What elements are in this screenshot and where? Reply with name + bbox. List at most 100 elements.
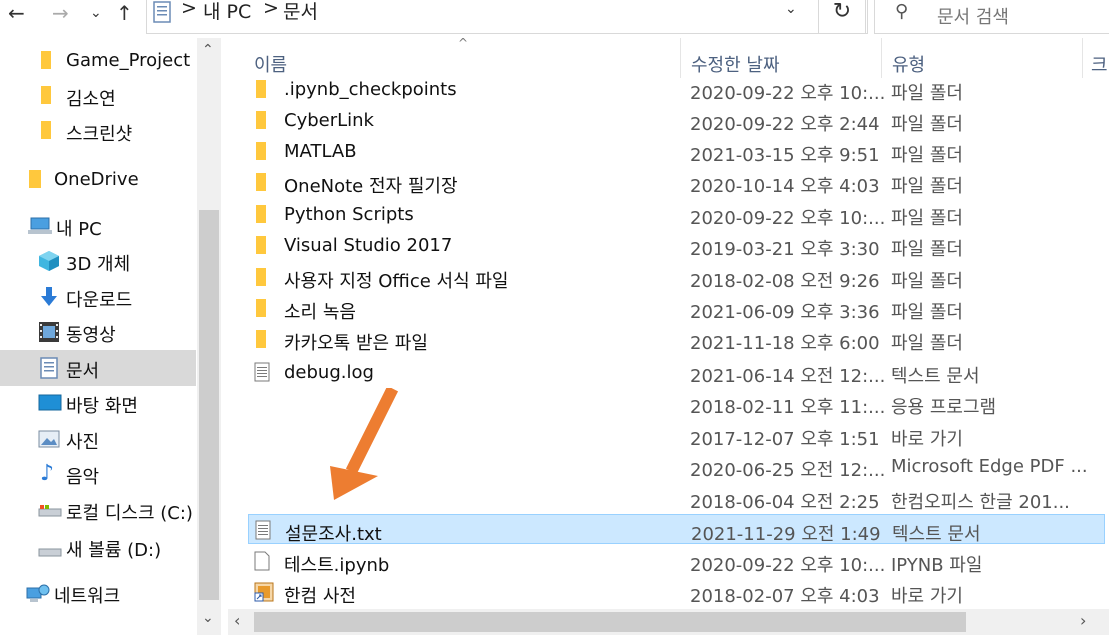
folder-icon — [254, 172, 268, 196]
file-list-pane: ^ 이름 수정한 날짜 유형 크 .ipynb_checkpoints 2020… — [228, 36, 1109, 635]
sidebar-item-my-pc[interactable]: 내 PC — [0, 208, 196, 244]
file-row[interactable]: .ipynb_checkpoints 2020-09-22 오후 10:... … — [248, 74, 1105, 104]
column-header-name[interactable]: 이름 — [228, 38, 680, 78]
file-row[interactable]: MATLAB 2021-03-15 오후 9:51 파일 폴더 — [248, 136, 1105, 166]
breadcrumb-my-pc[interactable]: 내 PC — [203, 0, 251, 24]
file-name: Visual Studio 2017 — [284, 235, 453, 256]
sidebar-item-local-disk-c[interactable]: 로컬 디스크 (C:) — [0, 492, 196, 528]
file-type: 응용 프로그램 — [891, 397, 997, 418]
folder-icon — [254, 267, 268, 291]
file-row-selected[interactable]: 설문조사.txt 2021-11-29 오전 1:49 텍스트 문서 — [248, 514, 1105, 545]
up-button[interactable]: ↑ — [116, 0, 133, 28]
sidebar-item-desktop[interactable]: 바탕 화면 — [0, 385, 196, 421]
sidebar-item-documents[interactable]: 문서 — [0, 350, 196, 386]
file-type: 파일 폴더 — [891, 239, 963, 260]
file-name: Python Scripts — [284, 204, 414, 225]
scroll-right-arrow-icon[interactable]: › — [1080, 611, 1086, 630]
file-row[interactable]: 한컴 사전 2018-02-07 오후 4:03 바로 가기 — [248, 577, 1105, 607]
file-row[interactable]: Python Scripts 2020-09-22 오후 10:... 파일 폴… — [248, 199, 1105, 229]
address-path[interactable]: > 내 PC > 문서 ⌄ — [146, 0, 868, 34]
picture-icon — [38, 430, 60, 452]
file-row[interactable]: 사용자 지정 Office 서식 파일 2018-02-08 오전 9:26 파… — [248, 262, 1105, 292]
file-date: 2020-10-14 오후 4:03 — [690, 176, 880, 197]
file-row[interactable]: OneNote 전자 필기장 2020-10-14 오후 4:03 파일 폴더 — [248, 167, 1105, 197]
sidebar-item-label: 문서 — [66, 361, 100, 382]
horizontal-scrollbar[interactable]: ‹ › — [228, 609, 1109, 635]
sidebar-item-videos[interactable]: 동영상 — [0, 314, 196, 350]
file-date: 2018-02-07 오후 4:03 — [690, 586, 880, 607]
scroll-up-arrow-icon[interactable]: ⌃ — [202, 42, 214, 58]
sidebar-item-3d-objects[interactable]: 3D 개체 — [0, 243, 196, 279]
scroll-down-arrow-icon[interactable]: ⌄ — [202, 610, 214, 626]
breadcrumb-documents[interactable]: 문서 — [283, 0, 318, 24]
sidebar-item-pictures[interactable]: 사진 — [0, 421, 196, 457]
sidebar-item-kim-soyeon[interactable]: 김소연 — [0, 78, 196, 114]
file-date: 2018-02-11 오후 11:... — [690, 397, 886, 418]
file-date: 2017-12-07 오후 1:51 — [690, 429, 880, 450]
sidebar-scrollbar[interactable]: ⌃ ⌄ — [197, 38, 221, 635]
sidebar-item-new-volume-d[interactable]: 새 볼륨 (D:) — [0, 529, 196, 565]
sidebar-item-music[interactable]: ♪ 음악 — [0, 456, 196, 492]
file-type: 파일 폴더 — [891, 176, 963, 197]
file-row[interactable]: 소리 녹음 2021-06-09 오후 3:36 파일 폴더 — [248, 293, 1105, 323]
download-icon — [40, 286, 58, 312]
refresh-button[interactable]: ↻ — [818, 0, 866, 34]
file-type: 한컴오피스 한글 201... — [891, 492, 1070, 513]
file-type: 파일 폴더 — [891, 333, 963, 354]
sidebar-item-onedrive[interactable]: OneDrive — [0, 162, 196, 198]
document-icon — [40, 357, 58, 383]
search-input[interactable]: 문서 검색 — [937, 3, 1009, 29]
sidebar-item-network[interactable]: 네트워크 — [0, 575, 196, 611]
file-row[interactable]: CyberLink 2020-09-22 오후 2:44 파일 폴더 — [248, 105, 1105, 135]
folder-icon — [40, 85, 52, 109]
sidebar-item-downloads[interactable]: 다운로드 — [0, 279, 196, 315]
search-icon: ⚲ — [895, 1, 909, 22]
file-name: 소리 녹음 — [284, 302, 356, 323]
file-date: 2020-09-22 오후 10:... — [690, 83, 886, 104]
sidebar-item-screenshots[interactable]: 스크린샷 — [0, 113, 196, 149]
forward-button[interactable]: → — [52, 0, 69, 28]
file-name: CyberLink — [284, 110, 374, 131]
sidebar-item-label: 새 볼륨 (D:) — [66, 540, 162, 561]
file-row[interactable]: 카카오톡 받은 파일 2021-11-18 오후 6:00 파일 폴더 — [248, 324, 1105, 354]
file-name: 설문조사.txt — [285, 524, 382, 545]
music-icon: ♪ — [40, 461, 55, 486]
file-name: 카카오톡 받은 파일 — [284, 333, 428, 354]
scroll-left-arrow-icon[interactable]: ‹ — [234, 611, 240, 630]
sidebar-item-label: 네트워크 — [54, 586, 121, 607]
recent-locations-button[interactable]: ⌄ — [90, 0, 102, 28]
sidebar-item-label: OneDrive — [54, 169, 139, 190]
file-date: 2020-09-22 오후 2:44 — [690, 114, 880, 135]
file-type: IPYNB 파일 — [891, 555, 983, 576]
file-name: 사용자 지정 Office 서식 파일 — [284, 271, 509, 292]
navigation-pane: Game_Project 김소연 스크린샷 OneDrive 내 PC 3D 개… — [0, 38, 196, 635]
column-header-size[interactable]: 크 — [1083, 38, 1109, 78]
file-date: 2020-06-25 오전 12:... — [690, 460, 886, 481]
file-date: 2020-09-22 오후 10:... — [690, 555, 886, 576]
sidebar-item-label: 다운로드 — [66, 290, 133, 311]
file-name: 테스트.ipynb — [284, 555, 390, 576]
sidebar-item-label: 음악 — [66, 467, 100, 488]
column-header-date[interactable]: 수정한 날짜 — [681, 38, 881, 78]
column-header-type[interactable]: 유형 — [882, 38, 1082, 78]
address-dropdown-button[interactable]: ⌄ — [785, 1, 797, 17]
file-row[interactable]: debug.log 2021-06-14 오전 12:... 텍스트 문서 — [248, 357, 1105, 387]
file-date: 2021-11-29 오전 1:49 — [691, 524, 881, 545]
sidebar-item-game-project[interactable]: Game_Project — [0, 43, 196, 79]
file-row[interactable]: Visual Studio 2017 2019-03-21 오후 3:30 파일… — [248, 230, 1105, 260]
scrollbar-thumb[interactable] — [254, 612, 966, 632]
search-box[interactable]: ⚲ 문서 검색 — [874, 0, 1109, 34]
sidebar-item-label: Game_Project — [66, 50, 191, 71]
folder-icon — [40, 50, 52, 74]
back-button[interactable]: ← — [8, 0, 25, 28]
blank-file-icon — [254, 551, 270, 575]
3d-objects-icon — [38, 250, 60, 276]
file-name: OneNote 전자 필기장 — [284, 176, 458, 197]
folder-icon — [254, 79, 268, 103]
file-row[interactable]: 테스트.ipynb 2020-09-22 오후 10:... IPYNB 파일 — [248, 546, 1105, 576]
file-name: .ipynb_checkpoints — [284, 79, 457, 100]
video-icon — [38, 321, 60, 347]
scrollbar-thumb[interactable] — [199, 210, 219, 600]
sidebar-item-label: 로컬 디스크 (C:) — [66, 503, 193, 524]
file-date: 2018-02-08 오전 9:26 — [690, 271, 880, 292]
